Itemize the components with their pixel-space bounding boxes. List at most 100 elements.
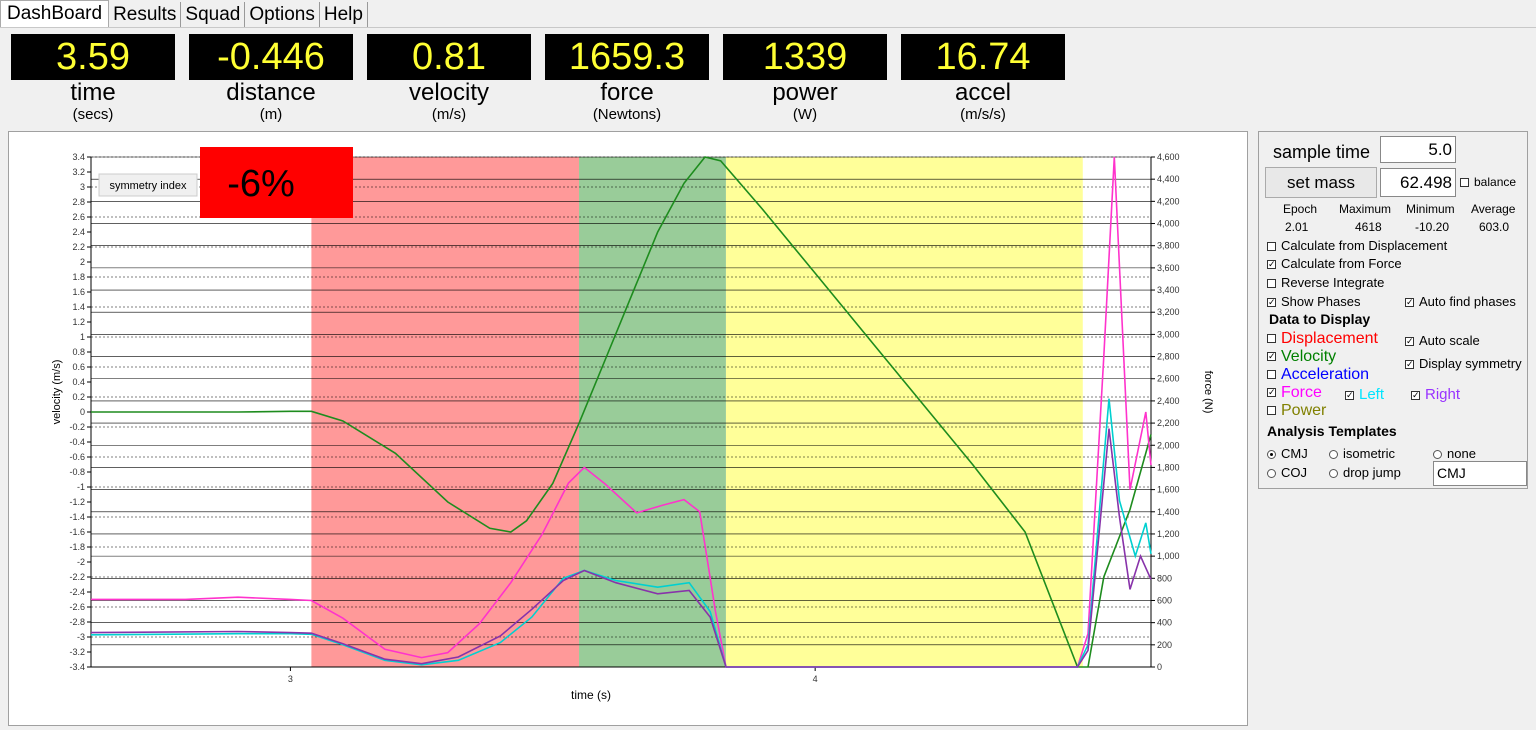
force-checkbox[interactable]: ✓ Force [1267, 384, 1322, 402]
show-phases-box[interactable]: ✓ [1267, 298, 1276, 308]
y-tick-label-left: -1.8 [69, 542, 85, 552]
metric-time: 3.59 time (secs) [11, 34, 175, 130]
y-tick-label-left: -2 [77, 557, 85, 567]
y-tick-label-right: 4,400 [1157, 174, 1180, 184]
mass-input[interactable]: 62.498 [1380, 168, 1456, 197]
y-tick-label-left: 2.8 [72, 197, 85, 207]
auto-scale-box[interactable]: ✓ [1405, 337, 1414, 347]
displacement-box[interactable] [1267, 334, 1276, 344]
tab-options[interactable]: Options [245, 2, 320, 28]
metric-velocity-value: 0.81 [367, 34, 531, 80]
y-tick-label-left: -2.2 [69, 572, 85, 582]
tab-squad[interactable]: Squad [181, 2, 246, 28]
metric-power-name: power [772, 79, 838, 106]
right-box[interactable]: ✓ [1411, 390, 1420, 400]
stats-epoch-value: 2.01 [1285, 220, 1309, 234]
y-tick-label-right: 2,600 [1157, 374, 1180, 384]
stats-avg-value: 603.0 [1479, 220, 1510, 234]
y-tick-label-left: 2.2 [72, 242, 85, 252]
y-tick-label-left: -3.2 [69, 647, 85, 657]
metric-velocity-name: velocity [408, 79, 490, 106]
y-tick-label-right: 3,600 [1157, 263, 1180, 273]
y-tick-label-right: 2,000 [1157, 440, 1180, 450]
y-tick-label-left: -1 [77, 482, 85, 492]
metric-distance-value: -0.446 [189, 34, 353, 80]
calc-displacement-box[interactable] [1267, 242, 1276, 252]
template-none-dot[interactable] [1433, 450, 1442, 460]
left-box[interactable]: ✓ [1345, 390, 1354, 400]
y-tick-label-left: 2.4 [72, 227, 85, 237]
set-mass-button[interactable]: set mass [1265, 167, 1377, 198]
displacement-checkbox[interactable]: Displacement [1267, 330, 1378, 348]
template-isometric-dot[interactable] [1329, 450, 1338, 460]
power-checkbox[interactable]: Power [1267, 402, 1326, 420]
tab-help[interactable]: Help [320, 2, 368, 28]
tab-dashboard[interactable]: DashBoard [0, 0, 110, 28]
display-symmetry-checkbox[interactable]: ✓ Display symmetry [1405, 356, 1522, 371]
y-tick-label-left: -0.2 [69, 422, 85, 432]
y-tick-label-left: 0 [80, 407, 85, 417]
left-checkbox[interactable]: ✓ Left [1345, 386, 1384, 403]
show-phases-checkbox[interactable]: ✓ Show Phases [1267, 294, 1361, 309]
acceleration-box[interactable] [1267, 370, 1276, 380]
template-coj-dot[interactable] [1267, 469, 1276, 479]
auto-find-phases-label: Auto find phases [1419, 294, 1516, 309]
power-box[interactable] [1267, 406, 1276, 416]
balance-box[interactable] [1460, 178, 1469, 188]
template-coj-radio[interactable]: COJ [1267, 465, 1307, 480]
tab-results[interactable]: Results [109, 2, 182, 28]
metric-velocity: 0.81 velocity (m/s) [367, 34, 531, 130]
calc-displacement-checkbox[interactable]: Calculate from Displacement [1267, 238, 1447, 253]
metric-accel: 16.74 accel (m/s/s) [901, 34, 1065, 130]
y-tick-label-left: -3 [77, 632, 85, 642]
y-tick-label-left: 1.4 [72, 302, 85, 312]
right-checkbox[interactable]: ✓ Right [1411, 386, 1460, 403]
balance-checkbox[interactable]: balance [1460, 175, 1516, 189]
acceleration-label: Acceleration [1281, 366, 1370, 383]
power-label: Power [1281, 402, 1327, 419]
display-symmetry-label: Display symmetry [1419, 356, 1522, 371]
metric-accel-unit: (m/s/s) [960, 106, 1006, 123]
y-tick-label-left: 2 [80, 257, 85, 267]
y-tick-label-left: 1.6 [72, 287, 85, 297]
phase-band-0 [311, 157, 580, 667]
metric-time-unit: (secs) [72, 106, 114, 123]
force-velocity-chart[interactable]: 3.4 3.2 3 2.8 2.6 2.4 2.2 2 1.8 1.6 1.4 1.2 1 0.8 0.6 0… [9, 132, 1249, 727]
force-label: Force [1281, 384, 1322, 401]
velocity-box[interactable]: ✓ [1267, 352, 1276, 362]
calc-force-checkbox[interactable]: ✓ Calculate from Force [1267, 256, 1402, 271]
sample-time-input[interactable]: 5.0 [1380, 136, 1456, 163]
balance-label: balance [1474, 175, 1517, 189]
auto-find-phases-checkbox[interactable]: ✓ Auto find phases [1405, 294, 1516, 309]
y-tick-label-right: 600 [1157, 595, 1172, 605]
right-label: Right [1425, 386, 1461, 403]
y-tick-label-left: -2.6 [69, 602, 85, 612]
acceleration-checkbox[interactable]: Acceleration [1267, 366, 1369, 384]
reverse-integrate-box[interactable] [1267, 279, 1276, 289]
stats-header-average: Average [1471, 202, 1516, 216]
y-tick-label-right: 3,400 [1157, 285, 1180, 295]
force-box[interactable]: ✓ [1267, 388, 1276, 398]
velocity-label: Velocity [1281, 348, 1337, 365]
chart-panel[interactable]: 3.4 3.2 3 2.8 2.6 2.4 2.2 2 1.8 1.6 1.4 1.2 1 0.8 0.6 0… [8, 131, 1248, 726]
calc-force-box[interactable]: ✓ [1267, 260, 1276, 270]
template-name-input[interactable]: CMJ [1433, 461, 1527, 486]
template-dropjump-dot[interactable] [1329, 469, 1338, 479]
auto-find-phases-box[interactable]: ✓ [1405, 298, 1414, 308]
template-none-radio[interactable]: none [1433, 446, 1476, 461]
metric-power-unit: (W) [792, 106, 818, 123]
template-cmj-radio[interactable]: CMJ [1267, 446, 1308, 461]
y-tick-label-right: 1,600 [1157, 485, 1180, 495]
template-isometric-radio[interactable]: isometric [1329, 446, 1395, 461]
template-dropjump-radio[interactable]: drop jump [1329, 465, 1401, 480]
display-symmetry-box[interactable]: ✓ [1405, 360, 1414, 370]
y-tick-label-left: -3.4 [69, 662, 85, 672]
template-cmj-dot[interactable] [1267, 450, 1276, 460]
auto-scale-checkbox[interactable]: ✓ Auto scale [1405, 333, 1480, 348]
symmetry-index-value: -6% [227, 163, 295, 205]
symmetry-index-label: symmetry index [109, 180, 187, 192]
reverse-integrate-checkbox[interactable]: Reverse Integrate [1267, 275, 1384, 290]
velocity-checkbox[interactable]: ✓ Velocity [1267, 348, 1336, 366]
metric-power: 1339 power (W) [723, 34, 887, 130]
x-tick-label: 3 [288, 674, 293, 684]
